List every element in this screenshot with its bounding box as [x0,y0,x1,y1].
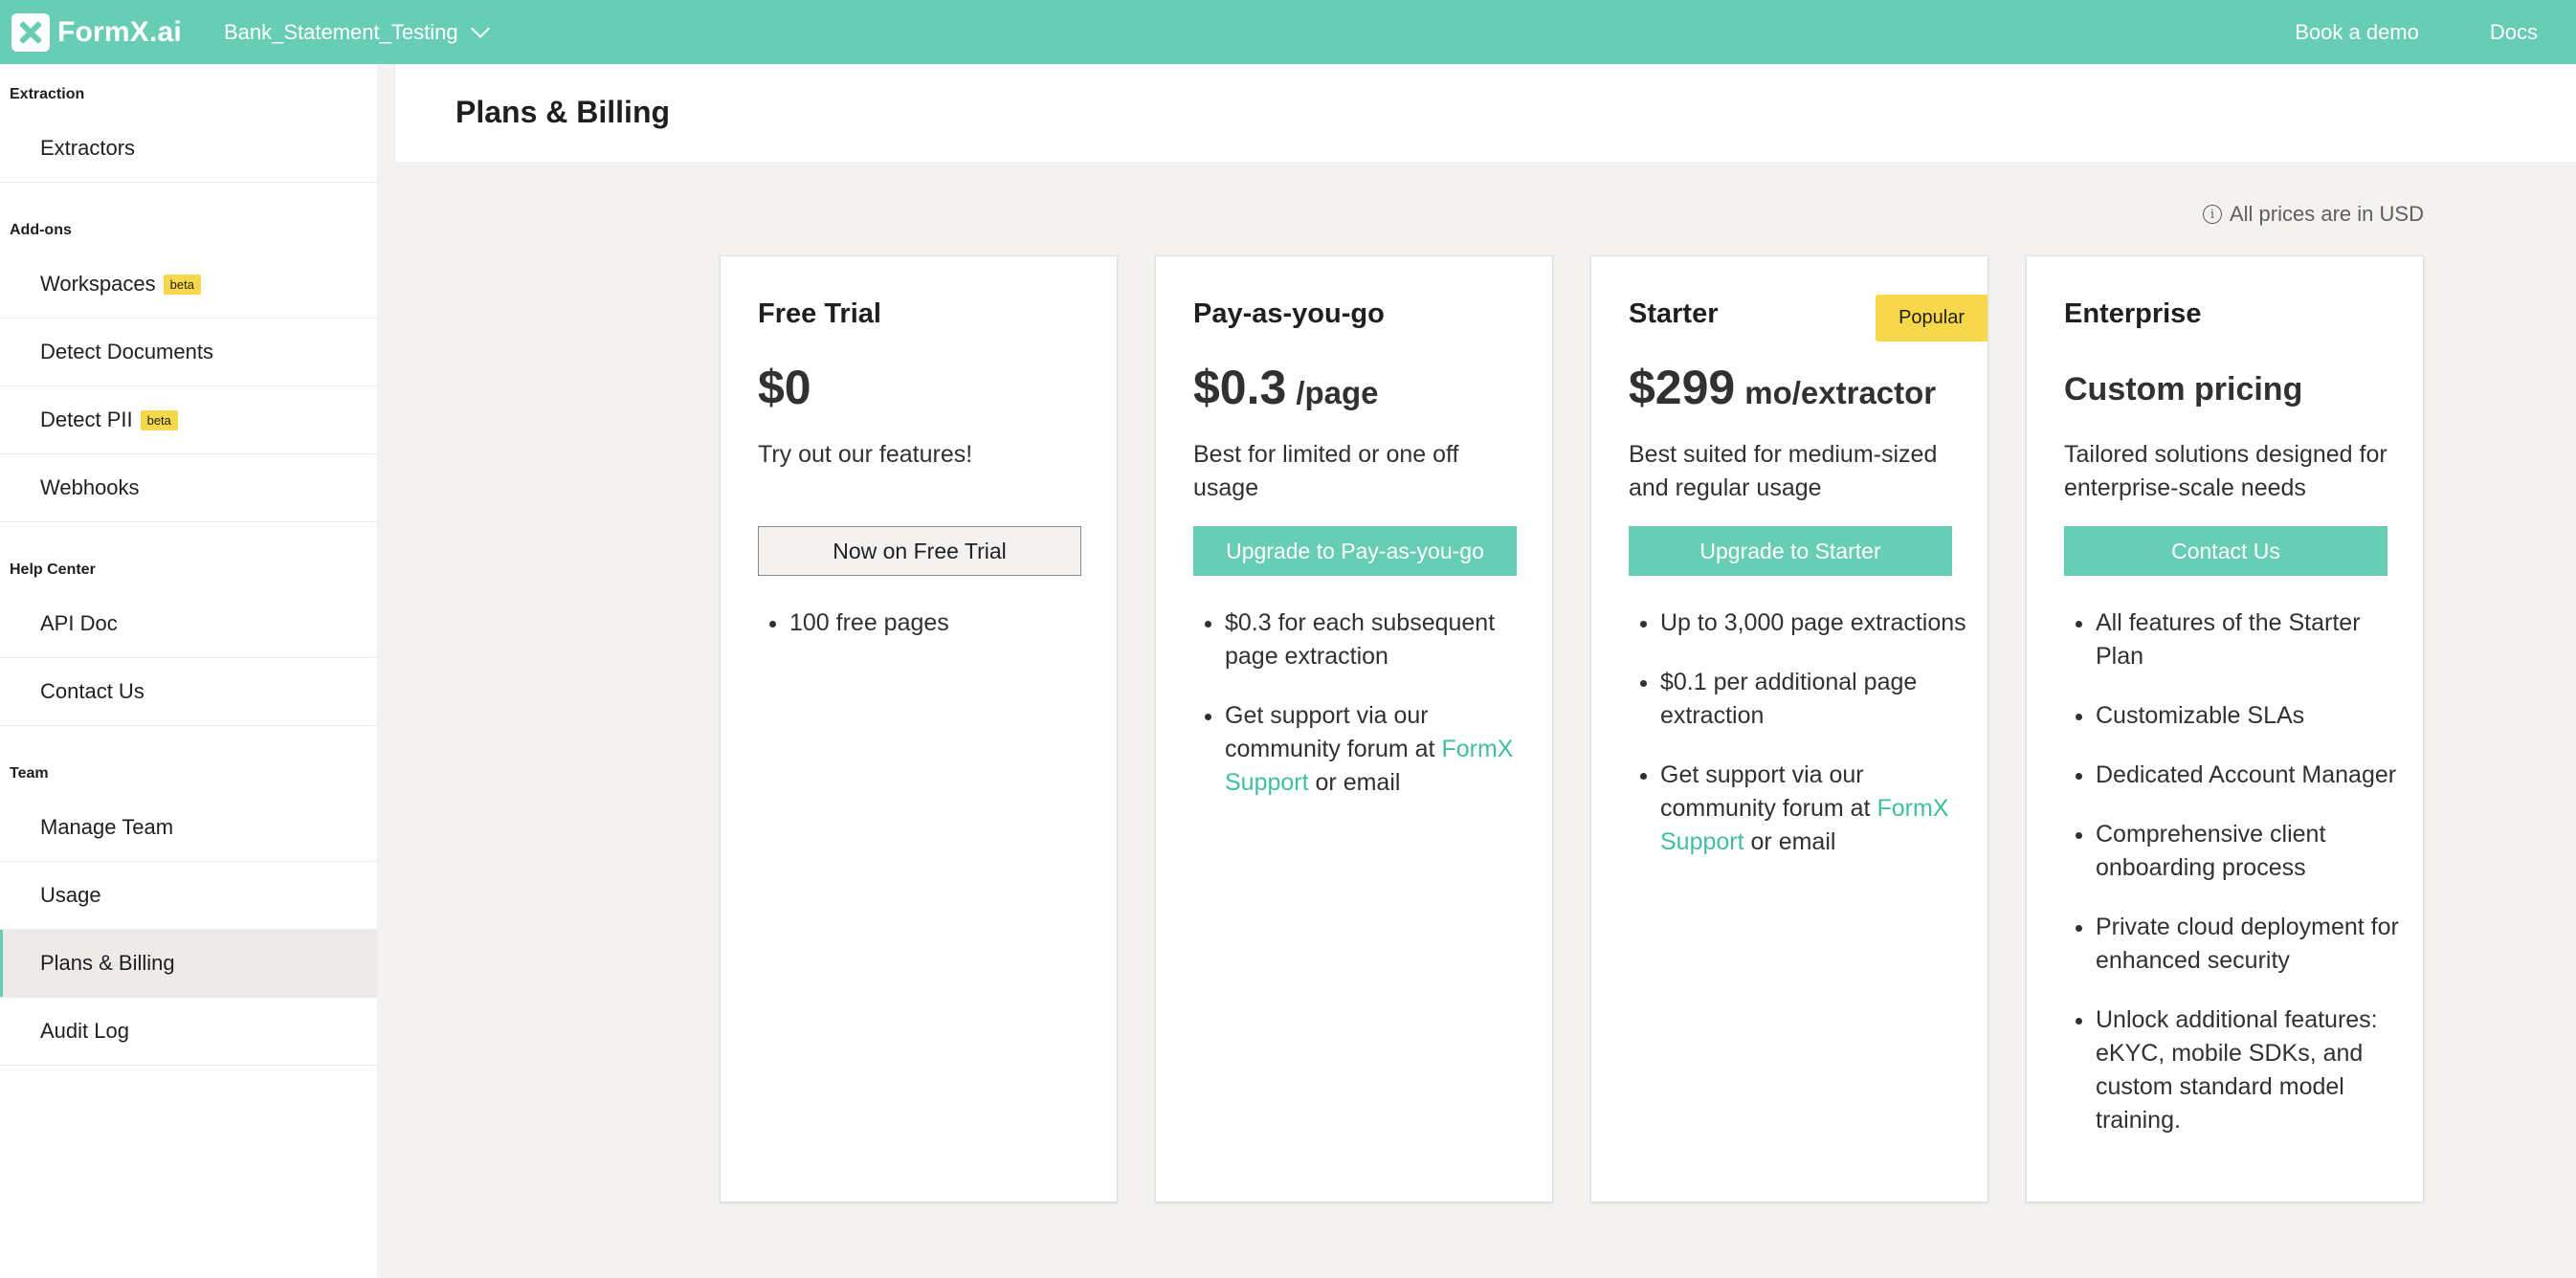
feature-list: 100 free pages [789,606,1096,666]
book-demo-link[interactable]: Book a demo [2295,20,2419,45]
sidebar-item-label: Audit Log [40,1019,129,1043]
sidebar-item-plans-billing[interactable]: Plans & Billing [0,930,377,998]
feature-item: Customizable SLAs [2096,699,2402,733]
feature-item: $0.3 for each subsequent page extraction [1225,606,1531,673]
sidebar-section-add-ons: Add-ons [10,222,72,238]
feature-item: Unlock additional features: eKYC, mobile… [2096,1003,2402,1137]
contact-us-button[interactable]: Contact Us [2064,526,2387,576]
feature-item: $0.1 per additional page extraction [1660,666,1966,733]
plan-description: Try out our features! [758,441,973,468]
logo[interactable]: FormX.ai [11,0,182,64]
plan-description: Tailored solutions designed for enterpri… [2064,441,2387,501]
price-unit: mo/extractor [1744,375,1937,410]
upgrade-starter-button[interactable]: Upgrade to Starter [1629,526,1952,576]
feature-item: Private cloud deployment for enhanced se… [2096,911,2402,978]
sidebar-item-label: Manage Team [40,815,174,839]
sidebar-item-usage[interactable]: Usage [0,862,377,930]
feature-item-support: Get support via our community forum at F… [1225,699,1531,800]
sidebar-item-extractors[interactable]: Extractors [0,115,377,183]
plan-name: Starter [1629,298,1719,329]
sidebar-item-contact-us[interactable]: Contact Us [0,658,377,726]
price-unit: /page [1296,375,1379,410]
workspace-selector[interactable]: Bank_Statement_Testing [223,18,490,45]
sidebar-section-extraction: Extraction [10,86,85,102]
sidebar-item-detect-pii[interactable]: Detect PII beta [0,386,377,454]
sidebar-item-label: Detect PII [40,408,133,431]
chevron-down-icon [470,18,490,38]
feature-list: Up to 3,000 page extractions $0.1 per ad… [1660,606,1966,885]
feature-item: Dedicated Account Manager [2096,759,2402,792]
plan-name: Free Trial [758,298,881,329]
upgrade-pay-as-you-go-button[interactable]: Upgrade to Pay-as-you-go [1193,526,1517,576]
price-note: i All prices are in USD [2203,202,2424,227]
feature-list: $0.3 for each subsequent page extraction… [1225,606,1531,826]
info-icon: i [2203,205,2222,224]
plan-price: $0 [758,361,811,414]
main-content: Plans & Billing i All prices are in USD … [377,64,2576,1278]
plan-name: Pay-as-you-go [1193,298,1385,329]
formx-logo-icon [11,12,50,52]
plan-card-free-trial: Free Trial $0 Try out our features! Now … [720,255,1118,1202]
sidebar-item-label: Contact Us [40,679,144,703]
sidebar-item-label: Webhooks [40,475,140,499]
beta-badge: beta [140,409,178,430]
feature-item-support: Get support via our community forum at F… [1660,759,1966,859]
plan-card-starter: Starter Popular $299 mo/extractor Best su… [1590,255,1988,1202]
popular-badge: Popular [1876,295,1988,342]
feature-item: All features of the Starter Plan [2096,606,2402,673]
sidebar-section-help-center: Help Center [10,562,96,578]
feature-item: Up to 3,000 page extractions [1660,606,1966,640]
plan-price: $299 mo/extractor [1629,361,1937,414]
sidebar-item-label: Detect Documents [40,340,213,364]
sidebar-section-team: Team [10,765,49,782]
plan-card-pay-as-you-go: Pay-as-you-go $0.3/page Best for limited… [1155,255,1553,1202]
sidebar-item-label: Plans & Billing [40,951,175,975]
docs-link[interactable]: Docs [2490,20,2538,45]
plan-price: $0.3/page [1193,361,1379,414]
sidebar-item-api-doc[interactable]: API Doc [0,590,377,658]
sidebar-item-label: Workspaces [40,272,156,296]
plan-name: Enterprise [2064,298,2202,329]
feature-list: All features of the Starter Plan Customi… [2096,606,2402,1163]
sidebar-item-label: API Doc [40,611,118,635]
sidebar-item-label: Usage [40,883,101,907]
sidebar-item-manage-team[interactable]: Manage Team [0,794,377,862]
top-bar: FormX.ai Bank_Statement_Testing Book a d… [0,0,2576,64]
page-header: Plans & Billing [394,64,2576,162]
sidebar-item-detect-documents[interactable]: Detect Documents [0,319,377,386]
plan-description: Best suited for medium-sized and regular… [1629,441,1938,501]
sidebar-item-workspaces[interactable]: Workspaces beta [0,251,377,319]
plan-description: Best for limited or one off usage [1193,441,1459,501]
feature-item: Comprehensive client onboarding process [2096,818,2402,885]
plan-card-enterprise: Enterprise Custom pricing Tailored solut… [2026,255,2424,1202]
feature-item: 100 free pages [789,606,1096,640]
logo-text: FormX.ai [57,15,182,48]
plan-price: Custom pricing [2064,371,2303,408]
sidebar-item-audit-log[interactable]: Audit Log [0,998,377,1066]
page-title: Plans & Billing [455,95,671,129]
price-note-text: All prices are in USD [2230,202,2424,226]
workspace-name: Bank_Statement_Testing [223,19,458,44]
sidebar-item-webhooks[interactable]: Webhooks [0,454,377,522]
sidebar: Extraction Extractors Add-ons Workspaces… [0,64,377,1278]
sidebar-item-label: Extractors [40,136,136,160]
current-plan-button[interactable]: Now on Free Trial [758,526,1081,576]
beta-badge: beta [163,274,201,295]
